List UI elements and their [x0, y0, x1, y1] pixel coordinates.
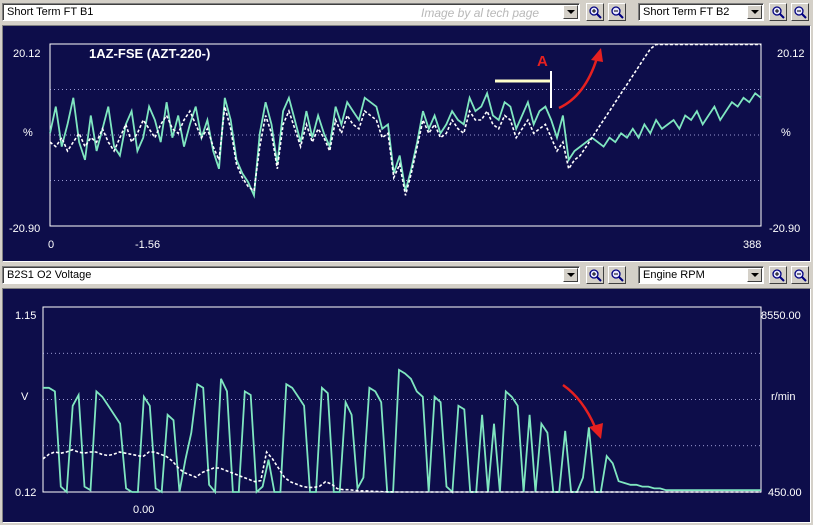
top-toolbar: Short Term FT B1 Image by al tech page S… [0, 0, 813, 22]
y-right-unit-label: r/min [771, 391, 795, 403]
y-left-min-label: -20.90 [9, 223, 40, 235]
chevron-down-icon[interactable] [747, 268, 762, 282]
plot-frame [42, 306, 762, 493]
zoom-out-icon [611, 6, 624, 19]
y-left-unit-label: V [21, 391, 29, 403]
bottom-chart-panel: 1.15 0.12 V 8550.00 450.00 r/min 0.00 [2, 288, 811, 523]
bottom-right-select[interactable]: Engine RPM [638, 266, 764, 284]
y-left-unit-label: % [23, 127, 33, 139]
y-left-max-label: 1.15 [15, 310, 36, 322]
zoom-out-icon [794, 6, 807, 19]
zoom-out-icon [611, 269, 624, 282]
annotation-label: A [537, 53, 548, 70]
y-left-min-label: 0.12 [15, 487, 36, 499]
top-right-select-value: Short Term FT B2 [643, 6, 730, 18]
y-right-max-label: 8550.00 [761, 310, 801, 322]
bottom-chart: 1.15 0.12 V 8550.00 450.00 r/min 0.00 [15, 306, 802, 516]
y-left-max-label: 20.12 [13, 48, 41, 60]
arrow-down-right-icon [562, 383, 603, 439]
top-left-select[interactable]: Short Term FT B1 Image by al tech page [2, 3, 580, 21]
series-line-1 [42, 448, 761, 493]
series-line-0 [49, 90, 762, 199]
chevron-down-icon[interactable] [563, 5, 578, 19]
top-left-select-value: Short Term FT B1 [7, 6, 94, 18]
zoom-in-icon [772, 6, 785, 19]
watermark-text: Image by al tech page [421, 6, 540, 20]
chevron-down-icon[interactable] [563, 268, 578, 282]
chart-series [42, 368, 761, 495]
zoom-out-icon [794, 269, 807, 282]
top-chart-panel: 20.12 -20.90 % 20.12 -20.90 % 0 -1.56 38… [2, 25, 811, 262]
chevron-down-icon[interactable] [747, 5, 762, 19]
x-tick-label: -1.56 [135, 239, 160, 251]
bottom-toolbar: B2S1 O2 Voltage Engine RPM [0, 263, 813, 285]
bottom-left-select[interactable]: B2S1 O2 Voltage [2, 266, 580, 284]
y-right-min-label: -20.90 [769, 223, 800, 235]
zoom-in-button[interactable] [769, 266, 787, 284]
x-tick-label: 388 [743, 239, 761, 251]
zoom-out-button[interactable] [608, 3, 626, 21]
y-right-min-label: 450.00 [768, 487, 802, 499]
bottom-left-select-value: B2S1 O2 Voltage [7, 269, 92, 281]
bottom-right-select-value: Engine RPM [643, 269, 705, 281]
zoom-in-button[interactable] [586, 3, 604, 21]
chart-series [49, 43, 762, 199]
top-right-select[interactable]: Short Term FT B2 [638, 3, 764, 21]
series-line-0 [43, 368, 761, 495]
top-chart: 20.12 -20.90 % 20.12 -20.90 % 0 -1.56 38… [9, 43, 805, 251]
chart-grid [42, 306, 762, 493]
y-right-max-label: 20.12 [777, 48, 805, 60]
x-tick-label: 0.00 [133, 504, 154, 516]
zoom-in-icon [589, 6, 602, 19]
zoom-out-button[interactable] [791, 3, 809, 21]
x-tick-label: 0 [48, 239, 54, 251]
series-line-1 [49, 43, 761, 196]
chart-title: 1AZ-FSE (AZT-220-) [89, 46, 210, 61]
zoom-in-button[interactable] [586, 266, 604, 284]
zoom-in-icon [772, 269, 785, 282]
zoom-in-button[interactable] [769, 3, 787, 21]
arrow-up-right-icon [558, 48, 603, 110]
zoom-out-button[interactable] [791, 266, 809, 284]
zoom-in-icon [589, 269, 602, 282]
zoom-out-button[interactable] [608, 266, 626, 284]
y-right-unit-label: % [781, 127, 791, 139]
